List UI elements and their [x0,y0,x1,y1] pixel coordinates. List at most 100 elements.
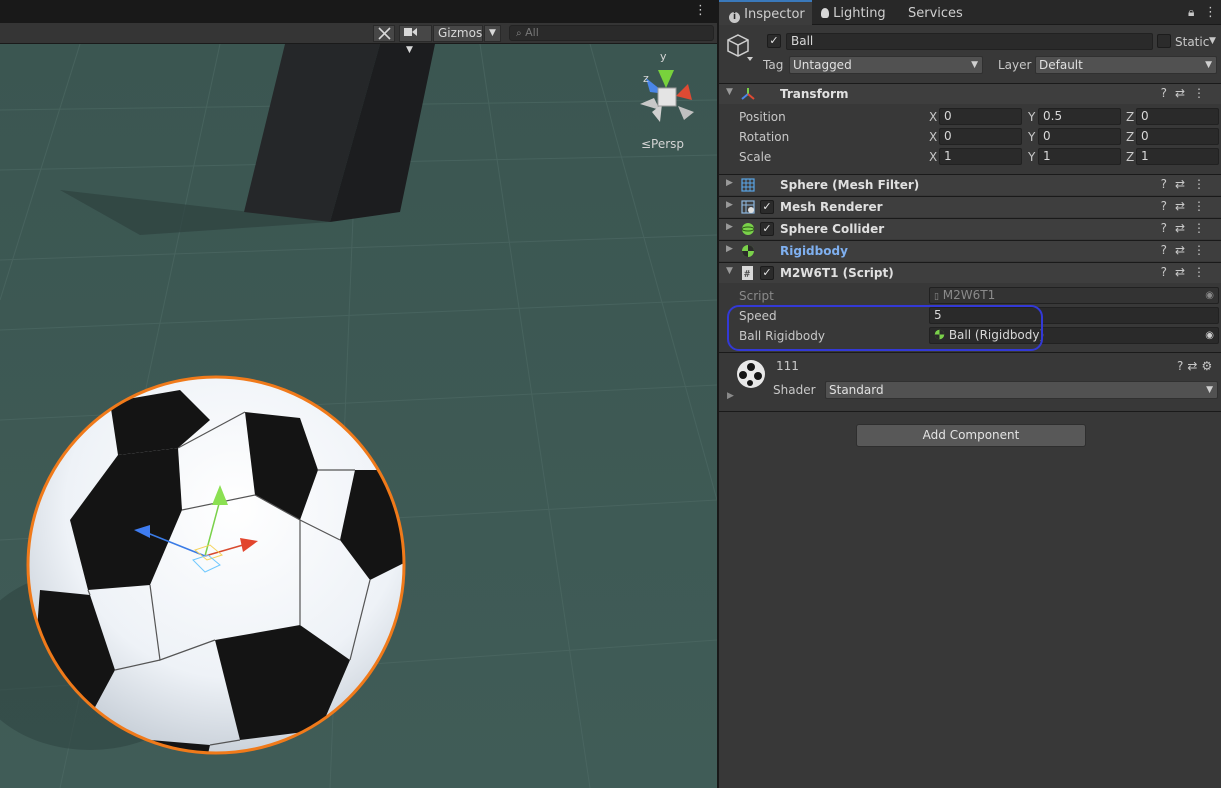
object-picker-icon: ◉ [1205,290,1214,301]
script-header[interactable]: ▼ # ✓ M2W6T1 (Script) ?⇄⋮ [719,262,1221,283]
foldout-closed-icon[interactable]: ▶ [726,200,733,210]
component-header-icons[interactable]: ?⇄⋮ [1161,86,1213,100]
lock-icon[interactable]: 🔒︎ [1188,5,1194,20]
shader-label: Shader [773,383,816,397]
sphere-collider-checkbox[interactable]: ✓ [760,222,774,236]
gizmos-button[interactable]: Gizmos [433,25,483,42]
preset-icon: ⇄ [1174,177,1193,191]
tools-icon[interactable] [373,25,395,42]
chevron-down-icon: ▼ [406,45,413,55]
position-y-field[interactable]: 0.5 [1038,108,1121,125]
scale-z-field[interactable]: 1 [1136,148,1219,165]
add-component-button[interactable]: Add Component [856,424,1086,447]
mesh-renderer-title: Mesh Renderer [780,200,883,214]
script-enabled-checkbox[interactable]: ✓ [760,266,774,280]
orient-z-label: z [643,72,649,85]
object-active-checkbox[interactable]: ✓ [767,34,781,48]
script-file-icon: ▯ [934,292,939,302]
scene-more-menu-icon[interactable]: ⋮ [694,3,707,18]
projection-toggle[interactable]: ≤Persp [641,137,684,151]
help-icon: ? [1160,221,1175,235]
foldout-open-icon[interactable]: ▼ [726,266,733,276]
transform-header[interactable]: ▼ Transform ?⇄⋮ [719,83,1221,104]
static-label[interactable]: Static [1175,35,1209,49]
chevron-down-icon: ▼ [1206,385,1213,395]
highlight-annotation [727,305,1043,351]
object-picker-icon[interactable]: ◉ [1205,328,1214,343]
component-header-icons[interactable]: ?⇄⋮ [1161,243,1213,257]
rotation-z-field[interactable]: 0 [1136,128,1219,145]
rotation-x-label[interactable]: X [929,130,937,144]
more-icon: ⋮ [1193,199,1213,213]
foldout-closed-icon[interactable]: ▶ [726,244,733,254]
help-icon: ? [1160,199,1175,213]
foldout-closed-icon[interactable]: ▶ [726,178,733,188]
tag-dropdown[interactable]: Untagged ▼ [789,56,983,74]
mesh-renderer-checkbox[interactable]: ✓ [760,200,774,214]
rotation-x-field[interactable]: 0 [939,128,1022,145]
rigidbody-icon [742,245,754,257]
tab-inspector[interactable]: i Inspector [719,0,812,25]
shader-dropdown[interactable]: Standard ▼ [825,381,1218,399]
foldout-closed-icon[interactable]: ▶ [727,391,734,401]
preset-icon: ⇄ [1174,199,1193,213]
scale-x-label[interactable]: X [929,150,937,164]
shader-value: Standard [829,383,884,397]
object-name-field[interactable]: Ball [786,33,1153,50]
material-header-icons[interactable]: ?⇄⚙ [1177,359,1216,373]
rotation-y-label[interactable]: Y [1028,130,1035,144]
sphere-collider-header[interactable]: ▶ ✓ Sphere Collider ?⇄⋮ [719,218,1221,239]
tag-label: Tag [763,58,784,72]
scale-y-field[interactable]: 1 [1038,148,1121,165]
scale-y-label[interactable]: Y [1028,150,1035,164]
preset-icon: ⇄ [1174,243,1193,257]
object-header: ✓ Ball Static ▼ Tag Untagged ▼ Layer Defa… [719,29,1221,81]
scene-view[interactable]: y z ≤Persp ⋮ ▼ Gizmos ▼ ⌕ All [0,0,717,788]
camera-icon [404,28,417,36]
tab-services[interactable]: Services [908,0,978,25]
scene-canvas[interactable] [0,0,717,788]
position-x-label[interactable]: X [929,110,937,124]
gameobject-cube-icon[interactable] [727,33,753,63]
mesh-filter-header[interactable]: ▶ Sphere (Mesh Filter) ?⇄⋮ [719,174,1221,195]
rotation-z-label[interactable]: Z [1126,130,1134,144]
camera-dropdown[interactable]: ▼ [399,25,432,55]
script-title: M2W6T1 (Script) [780,266,894,280]
transform-title: Transform [780,87,849,101]
position-z-field[interactable]: 0 [1136,108,1219,125]
mesh-renderer-header[interactable]: ▶ ✓ Mesh Renderer ?⇄⋮ [719,196,1221,217]
component-header-icons[interactable]: ?⇄⋮ [1161,265,1213,279]
material-name: 111 [776,359,799,373]
layer-dropdown[interactable]: Default ▼ [1035,56,1217,74]
chevron-down-icon: ▼ [971,60,978,70]
svg-text:#: # [744,269,750,280]
foldout-closed-icon[interactable]: ▶ [726,222,733,232]
rotation-label: Rotation [739,130,790,144]
more-icon: ⋮ [1193,86,1213,100]
material-preview-icon[interactable] [736,359,766,389]
static-dropdown-icon[interactable]: ▼ [1209,36,1216,46]
gear-icon: ⚙ [1201,359,1217,373]
foldout-open-icon[interactable]: ▼ [726,87,733,97]
inspector-more-icon[interactable]: ⋮ [1204,5,1217,20]
position-x-field[interactable]: 0 [939,108,1022,125]
mesh-filter-title: Sphere (Mesh Filter) [780,178,920,192]
rotation-y-field[interactable]: 0 [1038,128,1121,145]
component-header-icons[interactable]: ?⇄⋮ [1161,199,1213,213]
component-header-icons[interactable]: ?⇄⋮ [1161,221,1213,235]
component-header-icons[interactable]: ?⇄⋮ [1161,177,1213,191]
position-z-label[interactable]: Z [1126,110,1134,124]
rigidbody-header[interactable]: ▶ Rigidbody ?⇄⋮ [719,240,1221,261]
tab-lighting-label: Lighting [833,6,886,21]
more-icon: ⋮ [1193,243,1213,257]
static-checkbox[interactable] [1157,34,1171,48]
position-y-label[interactable]: Y [1028,110,1035,124]
gizmos-dropdown-icon[interactable]: ▼ [484,25,501,42]
more-icon: ⋮ [1193,265,1213,279]
scene-search-input[interactable]: ⌕ All [509,25,714,41]
tab-lighting[interactable]: Lighting [821,0,901,25]
preset-icon: ⇄ [1187,359,1202,373]
help-icon: ? [1160,86,1175,100]
scale-z-label[interactable]: Z [1126,150,1134,164]
scale-x-field[interactable]: 1 [939,148,1022,165]
